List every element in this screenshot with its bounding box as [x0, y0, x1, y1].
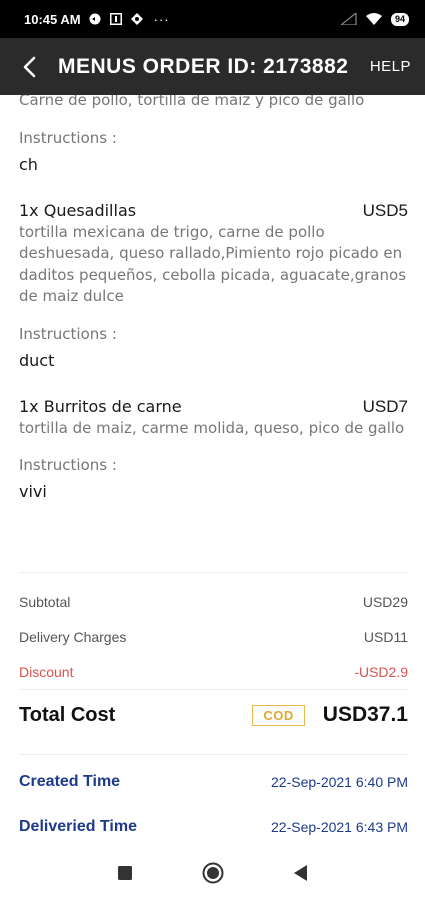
more-notifications-indicator: ···: [153, 11, 170, 27]
discount-label: Discount: [19, 664, 74, 680]
system-nav-bar: [0, 845, 425, 900]
delivery-charges-label: Delivery Charges: [19, 629, 127, 645]
instructions-value: ch: [19, 154, 38, 174]
page-title: MENUS ORDER ID: 2173882: [58, 54, 349, 78]
instructions-label: Instructions :: [19, 456, 117, 474]
subtotal-label: Subtotal: [19, 594, 71, 610]
subtotal-value: USD29: [362, 594, 408, 610]
instructions-value: duct: [19, 350, 55, 370]
chat-icon: [89, 13, 101, 25]
list-item: 1x Burritos de carne USD7 tortilla de ma…: [19, 396, 408, 503]
status-bar: 10:45 AM ··· 94: [0, 0, 425, 38]
instructions-label: Instructions :: [19, 324, 117, 343]
item-price: USD7: [362, 396, 408, 416]
delivery-charges-row: Delivery Charges USD11: [19, 629, 408, 645]
location-icon: [130, 13, 143, 25]
item-description: tortilla de maiz, carme molida, queso, p…: [19, 418, 405, 437]
app-bar: MENUS ORDER ID: 2173882 HELP: [0, 38, 425, 95]
discount-value: -USD2.9: [354, 664, 408, 680]
help-button[interactable]: HELP: [370, 58, 425, 75]
total-cost-row: Total Cost COD USD37.1: [19, 703, 408, 727]
created-time-row: Created Time 22-Sep-2021 6:40 PM: [19, 773, 408, 791]
delivered-time-label: Deliveried Time: [19, 818, 137, 835]
battery-icon: 94: [390, 12, 409, 26]
subtotal-row: Subtotal USD29: [19, 594, 408, 610]
item-name: 1x Quesadillas: [19, 200, 137, 220]
recents-button[interactable]: [111, 859, 139, 887]
delivery-charges-value: USD11: [363, 629, 408, 645]
home-button[interactable]: [199, 859, 227, 887]
order-items-list: Carne de pollo, tortilla de maiz y pico …: [19, 95, 408, 502]
back-arrow-icon: [23, 56, 36, 77]
item-name: 1x Burritos de carne: [19, 396, 182, 416]
divider: [19, 689, 408, 690]
total-cost-label: Total Cost: [19, 703, 116, 726]
signal-icon: [340, 13, 357, 25]
discount-row: Discount -USD2.9: [19, 664, 408, 680]
total-cost-value: USD37.1: [322, 703, 408, 726]
recents-square-icon: [117, 865, 132, 880]
home-circle-icon: [202, 862, 223, 883]
list-item: 1x Quesadillas USD5 tortilla mexicana de…: [19, 200, 408, 371]
payment-method-badge: COD: [252, 704, 305, 726]
delivered-time-row: Deliveried Time 22-Sep-2021 6:43 PM: [19, 818, 408, 836]
status-time: 10:45 AM: [24, 11, 81, 27]
divider: [19, 754, 408, 755]
created-time-label: Created Time: [19, 773, 121, 790]
order-details[interactable]: Carne de pollo, tortilla de maiz y pico …: [0, 95, 425, 845]
instructions-value: vivi: [19, 482, 47, 501]
notification-box-icon: [109, 13, 122, 25]
back-triangle-icon: [293, 864, 307, 881]
divider: [19, 572, 408, 573]
delivered-time-value: 22-Sep-2021 6:43 PM: [271, 819, 408, 835]
wifi-icon: [365, 13, 382, 25]
nav-back-button[interactable]: [287, 859, 315, 887]
item-description: tortilla mexicana de trigo, carne de pol…: [19, 222, 407, 306]
item-price: USD5: [362, 200, 408, 220]
instructions-label: Instructions :: [19, 128, 117, 147]
created-time-value: 22-Sep-2021 6:40 PM: [271, 774, 408, 790]
list-item: Carne de pollo, tortilla de maiz y pico …: [19, 95, 408, 175]
item-description: Carne de pollo, tortilla de maiz y pico …: [19, 95, 365, 109]
back-button[interactable]: [0, 38, 58, 95]
